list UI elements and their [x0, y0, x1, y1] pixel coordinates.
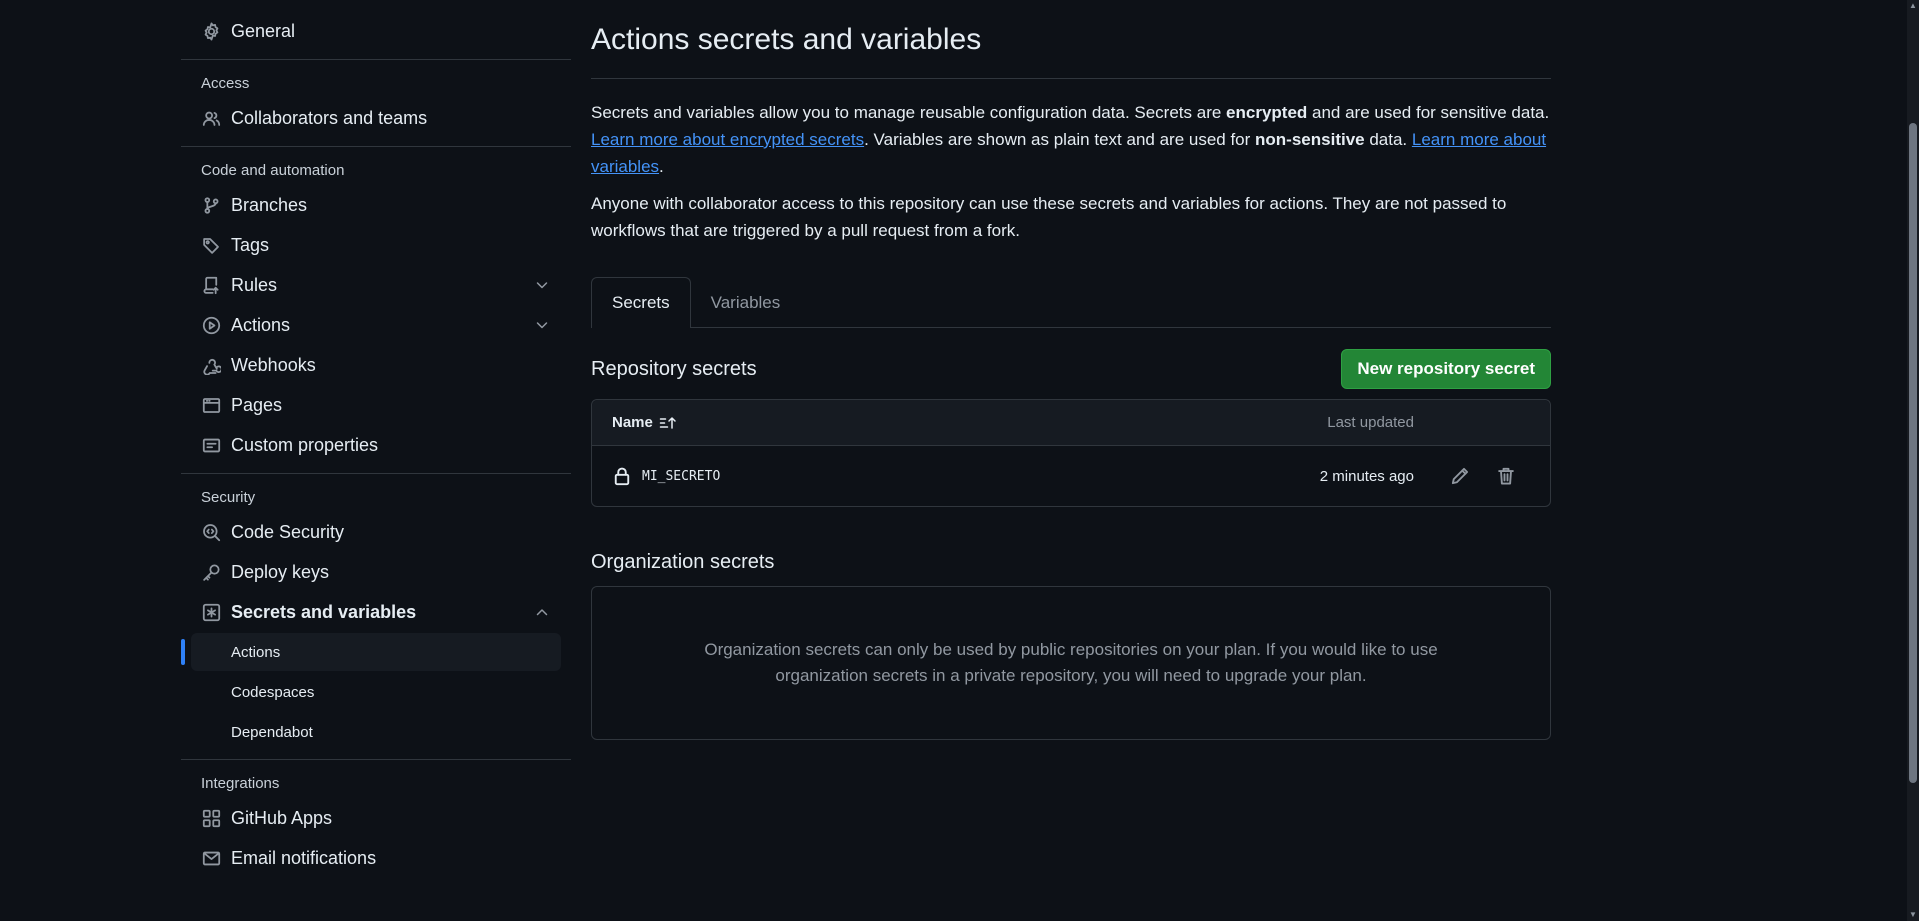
divider: [181, 473, 571, 474]
organization-secrets-message: Organization secrets can only be used by…: [704, 640, 1438, 685]
mail-icon: [201, 848, 221, 868]
key-icon: [201, 562, 221, 582]
intro-text: Secrets and variables allow you to manag…: [591, 103, 1227, 122]
column-header-name: Name: [612, 414, 653, 431]
scroll-up-arrow-icon[interactable]: ▲: [1909, 2, 1917, 10]
sidebar-item-label: Custom properties: [231, 434, 379, 455]
sidebar-item-code-security[interactable]: Code Security: [181, 512, 571, 552]
sidebar-item-branches[interactable]: Branches: [181, 185, 571, 225]
divider: [181, 59, 571, 60]
browser-icon: [201, 395, 221, 415]
people-icon: [201, 108, 221, 128]
sidebar-item-general[interactable]: General: [181, 11, 571, 51]
settings-sidebar: General Access Collaborators and teams C…: [181, 0, 571, 878]
secret-last-updated: 2 minutes ago: [1319, 467, 1414, 485]
sidebar-subitem-label: Dependabot: [231, 723, 313, 741]
asterisk-box-icon: [201, 602, 221, 622]
intro-text: .: [659, 157, 664, 176]
sort-by-name-button[interactable]: Name: [612, 414, 679, 431]
tag-icon: [201, 235, 221, 255]
intro-bold-encrypted: encrypted: [1226, 103, 1308, 122]
tab-variables[interactable]: Variables: [691, 278, 801, 327]
sidebar-item-label: Collaborators and teams: [231, 107, 428, 128]
chevron-up-icon[interactable]: [534, 604, 550, 620]
table-row: MI_SECRETO 2 minutes ago: [592, 446, 1550, 506]
section-heading-code-automation: Code and automation: [201, 161, 345, 179]
sidebar-item-github-apps[interactable]: GitHub Apps: [181, 798, 571, 838]
sidebar-item-tags[interactable]: Tags: [181, 225, 571, 265]
sidebar-item-label: Code Security: [231, 521, 345, 542]
gear-icon: [201, 21, 221, 41]
intro-text: data.: [1364, 130, 1412, 149]
intro-text: and are used for sensitive data.: [1307, 103, 1550, 122]
page-title: Actions secrets and variables: [591, 16, 1551, 79]
repository-secrets-heading: Repository secrets: [591, 357, 757, 380]
sort-asc-icon: [659, 416, 676, 429]
sidebar-item-label: Pages: [231, 394, 283, 415]
sidebar-subitem-dependabot[interactable]: Dependabot: [191, 713, 561, 751]
sidebar-item-webhooks[interactable]: Webhooks: [181, 345, 571, 385]
note-icon: [201, 435, 221, 455]
repo-push-icon: [201, 275, 221, 295]
pencil-icon[interactable]: [1450, 466, 1470, 486]
git-branch-icon: [201, 195, 221, 215]
scroll-down-arrow-icon[interactable]: ▼: [1909, 911, 1917, 919]
sidebar-item-collaborators[interactable]: Collaborators and teams: [181, 98, 571, 138]
section-heading-integrations: Integrations: [201, 774, 280, 792]
column-header-last-updated: Last updated: [1327, 414, 1414, 431]
webhook-icon: [201, 355, 221, 375]
section-heading-security: Security: [201, 488, 256, 506]
play-icon: [201, 315, 221, 335]
sidebar-subitem-label: Actions: [231, 643, 281, 661]
sidebar-item-actions[interactable]: Actions: [181, 305, 571, 345]
sidebar-item-label: Secrets and variables: [231, 601, 417, 622]
organization-secrets-heading: Organization secrets: [591, 551, 775, 573]
sidebar-item-label: Actions: [231, 314, 291, 335]
active-indicator: [181, 639, 185, 665]
sidebar-item-email-notifications[interactable]: Email notifications: [181, 838, 571, 878]
codescan-icon: [201, 522, 221, 542]
sidebar-subitem-actions[interactable]: Actions: [181, 633, 561, 671]
chevron-down-icon[interactable]: [534, 317, 550, 333]
intro-text: . Variables are shown as plain text and …: [864, 130, 1256, 149]
divider: [181, 146, 571, 147]
sidebar-subitem-label: Codespaces: [231, 683, 315, 701]
repository-secrets-header: Repository secrets New repository secret: [591, 349, 1551, 389]
sidebar-item-secrets-variables[interactable]: Secrets and variables: [181, 592, 571, 632]
sidebar-item-label: Deploy keys: [231, 561, 330, 582]
organization-secrets-box: Organization secrets can only be used by…: [591, 586, 1551, 740]
sidebar-item-label: Email notifications: [231, 847, 377, 868]
sidebar-subitem-codespaces[interactable]: Codespaces: [191, 673, 561, 711]
intro-paragraph: Secrets and variables allow you to manag…: [591, 99, 1551, 180]
learn-more-secrets-link[interactable]: Learn more about encrypted secrets: [591, 130, 864, 149]
sidebar-item-label: GitHub Apps: [231, 807, 333, 828]
sidebar-item-label: Branches: [231, 194, 308, 215]
new-repository-secret-button[interactable]: New repository secret: [1341, 349, 1551, 389]
sidebar-item-label: Rules: [231, 274, 278, 295]
chevron-down-icon[interactable]: [534, 277, 550, 293]
sidebar-item-label: Tags: [231, 234, 270, 255]
intro-bold-non-sensitive: non-sensitive: [1255, 130, 1365, 149]
divider: [181, 759, 571, 760]
sidebar-item-label: Webhooks: [231, 354, 316, 375]
main-content: Actions secrets and variables Secrets an…: [591, 0, 1551, 740]
sidebar-item-deploy-keys[interactable]: Deploy keys: [181, 552, 571, 592]
scrollbar-thumb[interactable]: [1909, 123, 1917, 783]
tab-bar: Secrets Variables: [591, 277, 1551, 328]
lock-icon: [614, 467, 630, 486]
trash-icon[interactable]: [1496, 466, 1516, 486]
sidebar-item-rules[interactable]: Rules: [181, 265, 571, 305]
sidebar-item-pages[interactable]: Pages: [181, 385, 571, 425]
secret-name: MI_SECRETO: [642, 468, 721, 484]
collaborator-note: Anyone with collaborator access to this …: [591, 194, 1507, 240]
sidebar-item-label: General: [231, 20, 296, 41]
sidebar-item-custom-properties[interactable]: Custom properties: [181, 425, 571, 465]
table-header: Name Last updated: [592, 400, 1550, 446]
repository-secrets-table: Name Last updated MI_SECRETO 2 minutes a…: [591, 399, 1551, 507]
section-heading-access: Access: [201, 74, 250, 92]
apps-icon: [201, 808, 221, 828]
page-scrollbar[interactable]: ▲ ▼: [1907, 0, 1919, 921]
tab-secrets[interactable]: Secrets: [591, 277, 691, 328]
